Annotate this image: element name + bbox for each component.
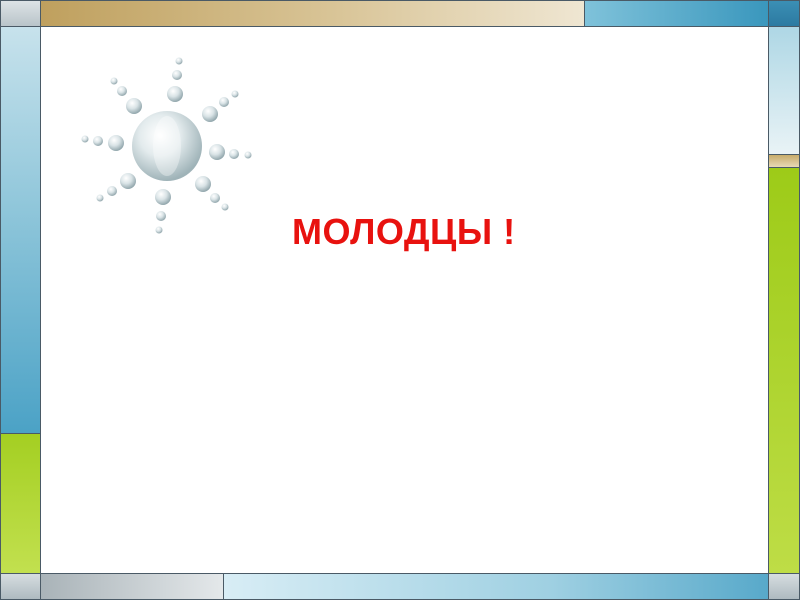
frame-top-left-corner [0,0,41,27]
frame-bottom-blue-bar [223,573,769,600]
frame-right-tan-bar [768,154,800,168]
frame-top-right-corner [768,0,800,27]
frame-right-green-bar [768,167,800,574]
slide: МОЛОДЦЫ ! [0,0,800,600]
praise-message: МОЛОДЦЫ ! [292,211,516,252]
frame-bottom-gray-bar [40,573,224,600]
frame-top-tan-bar [40,0,585,27]
sun-bubbles-icon [81,57,252,234]
frame-left-blue-bar [0,26,41,434]
frame-right-blue-bar [768,26,800,155]
frame-bottom-left-corner [0,573,41,600]
frame-top-blue-bar [584,0,769,27]
frame-left-green-bar [0,433,41,574]
frame-bottom-right-corner [768,573,800,600]
